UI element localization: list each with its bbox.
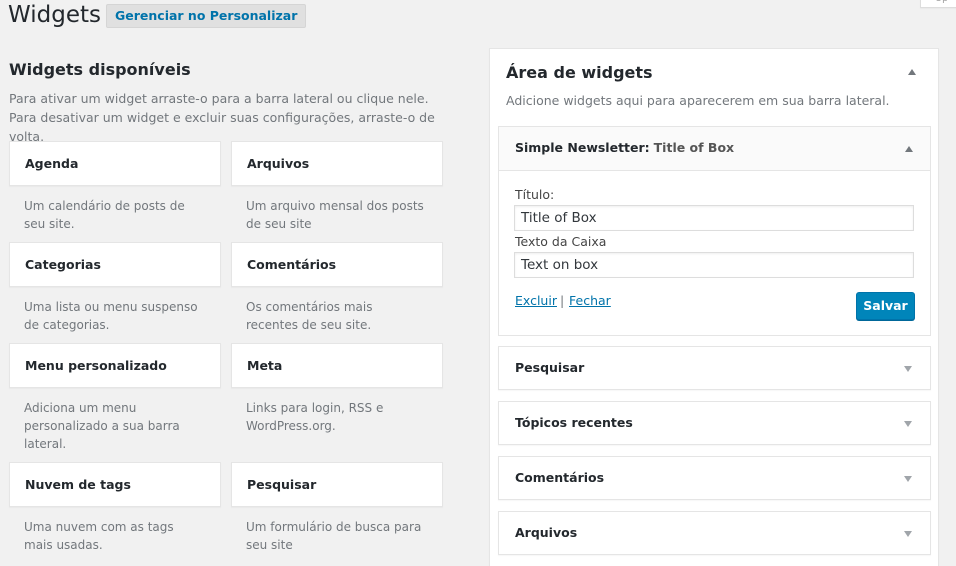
widget-description: Um calendário de posts de seu site.: [24, 199, 185, 231]
expand-arrow-icon[interactable]: [904, 366, 912, 372]
available-widget-meta[interactable]: Meta Links para login, RSS e WordPress.o…: [231, 343, 443, 435]
widget-title[interactable]: Menu personalizado: [9, 343, 221, 388]
widget-title[interactable]: Categorias: [9, 242, 221, 287]
widget-title[interactable]: Meta: [231, 343, 443, 388]
widget-title-separator: :: [644, 140, 650, 155]
expand-arrow-icon[interactable]: [904, 531, 912, 537]
box-text-label: Texto da Caixa: [515, 234, 607, 249]
widget-description: Adiciona um menu personalizado a sua bar…: [24, 401, 180, 451]
expand-arrow-icon[interactable]: [904, 421, 912, 427]
save-button[interactable]: Salvar: [856, 292, 915, 320]
widget-description: Um formulário de busca para seu site: [246, 520, 422, 552]
available-widgets-title: Widgets disponíveis: [9, 60, 191, 79]
available-widget-comentarios[interactable]: Comentários Os comentários mais recentes…: [231, 242, 443, 334]
widget-area-description: Adicione widgets aqui para aparecerem em…: [506, 93, 890, 108]
widget-description: Os comentários mais recentes de seu site…: [246, 300, 373, 332]
widget-name: Simple Newsletter: [515, 140, 645, 155]
page-title: Widgets: [8, 2, 101, 28]
box-text-input[interactable]: Text on box: [514, 252, 914, 278]
available-widget-menu-personalizado[interactable]: Menu personalizado Adiciona um menu pers…: [9, 343, 221, 453]
widget-name: Pesquisar: [515, 360, 585, 375]
expand-arrow-icon[interactable]: [904, 476, 912, 482]
available-widget-categorias[interactable]: Categorias Uma lista ou menu suspenso de…: [9, 242, 221, 334]
collapse-arrow-icon[interactable]: [908, 69, 916, 75]
available-widget-nuvem-de-tags[interactable]: Nuvem de tags Uma nuvem com as tags mais…: [9, 462, 221, 554]
sidebar-widget-topicos-recentes[interactable]: Tópicos recentes: [498, 401, 931, 445]
widget-area-panel: Área de widgets Adicione widgets aqui pa…: [489, 48, 939, 566]
available-widget-pesquisar[interactable]: Pesquisar Um formulário de busca para se…: [231, 462, 443, 554]
title-input[interactable]: Title of Box: [514, 205, 914, 231]
widget-description: Uma nuvem com as tags mais usadas.: [24, 520, 174, 552]
screen-options-tab[interactable]: Op: [920, 0, 956, 8]
widget-name: Comentários: [515, 470, 605, 485]
widget-description: Links para login, RSS e WordPress.org.: [246, 401, 384, 433]
widget-title[interactable]: Arquivos: [231, 141, 443, 186]
widget-title[interactable]: Agenda: [9, 141, 221, 186]
sidebar-widget-arquivos[interactable]: Arquivos: [498, 511, 931, 555]
widget-title[interactable]: Pesquisar: [231, 462, 443, 507]
widget-name: Arquivos: [515, 525, 578, 540]
open-widget-simple-newsletter: Simple Newsletter: Title of Box Título: …: [498, 126, 931, 336]
available-widget-agenda[interactable]: Agenda Um calendário de posts de seu sit…: [9, 141, 221, 233]
widget-description: Um arquivo mensal dos posts de seu site: [246, 199, 424, 231]
manage-in-customizer-button[interactable]: Gerenciar no Personalizar: [106, 4, 307, 28]
collapse-arrow-icon[interactable]: [905, 146, 913, 152]
close-link[interactable]: Fechar: [569, 293, 611, 308]
available-widgets-description: Para ativar um widget arraste-o para a b…: [9, 91, 435, 144]
widget-description: Uma lista ou menu suspenso de categorias…: [24, 300, 198, 332]
open-widget-header[interactable]: Simple Newsletter: Title of Box: [499, 127, 930, 171]
widget-title[interactable]: Comentários: [231, 242, 443, 287]
sidebar-widget-comentarios[interactable]: Comentários: [498, 456, 931, 500]
available-widget-arquivos[interactable]: Arquivos Um arquivo mensal dos posts de …: [231, 141, 443, 233]
widget-area-title[interactable]: Área de widgets: [506, 63, 653, 82]
widget-name: Tópicos recentes: [515, 415, 633, 430]
title-label: Título:: [515, 187, 555, 202]
sidebar-widget-pesquisar[interactable]: Pesquisar: [498, 346, 931, 390]
widget-instance-title: Title of Box: [653, 140, 735, 155]
link-separator: |: [560, 293, 565, 308]
widget-title[interactable]: Nuvem de tags: [9, 462, 221, 507]
delete-link[interactable]: Excluir: [515, 293, 557, 308]
